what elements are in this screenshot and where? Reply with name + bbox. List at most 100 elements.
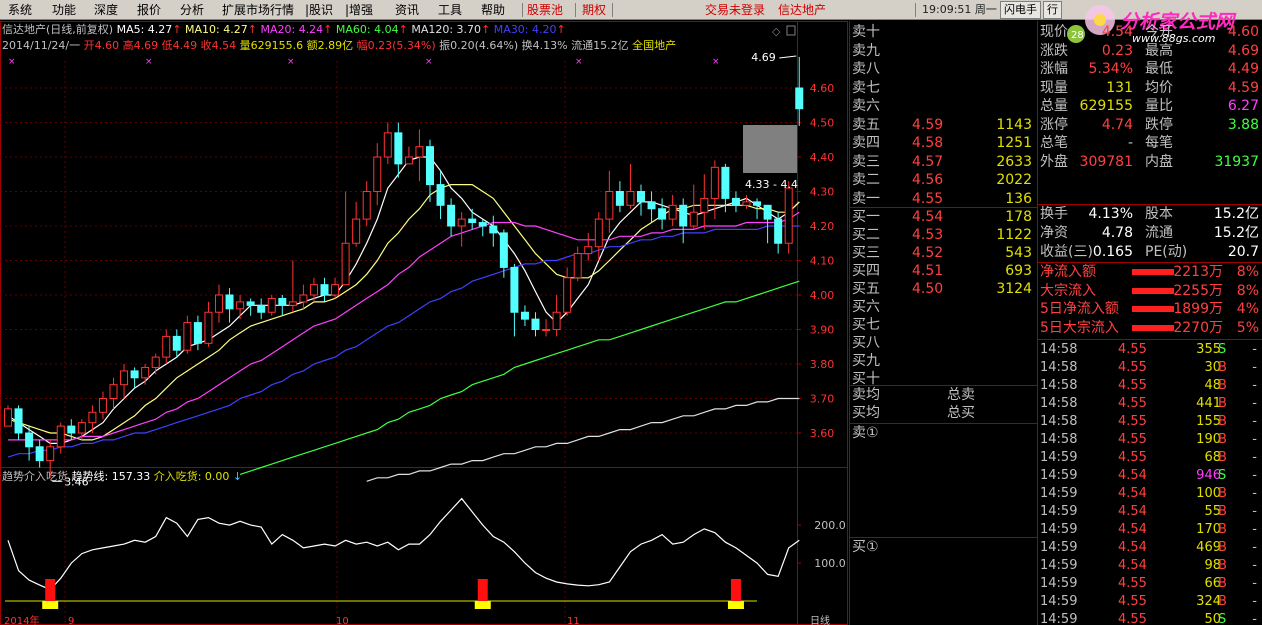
ask-row[interactable]: 卖一 4.55 136 <box>852 190 1036 208</box>
ask-row[interactable]: 卖八 <box>852 60 1036 78</box>
flash-trade-button[interactable]: 闪电手 <box>1000 1 1041 19</box>
bid-volume: 178 <box>1005 209 1032 225</box>
tick-dash: - <box>1252 486 1257 501</box>
bid-row[interactable]: 买七 <box>852 316 1036 334</box>
price-tick-label: 3.80 <box>810 358 835 371</box>
candle-body-down <box>35 446 44 462</box>
flow-percent: 8% <box>1236 264 1259 280</box>
menu-function[interactable]: 功能 <box>52 2 76 18</box>
fundamental-value: 15.2亿 <box>1213 206 1259 222</box>
candle-body-down <box>246 301 255 306</box>
bid-row[interactable]: 买一 4.54 178 <box>852 208 1036 226</box>
row-button[interactable]: 行 <box>1043 1 1062 19</box>
candle-body-down <box>531 318 540 330</box>
price-tick-label: 3.70 <box>810 393 835 406</box>
ask-label: 卖六 <box>852 98 880 114</box>
ask-row[interactable]: 卖二 4.56 2022 <box>852 171 1036 189</box>
quote-value: 131 <box>1106 79 1133 96</box>
ask-row[interactable]: 卖六 <box>852 97 1036 115</box>
tick-price: 4.54 <box>1118 486 1147 501</box>
ma-line-ma60 <box>239 280 800 475</box>
tick-flag: B <box>1218 594 1227 609</box>
quote-key: 量比 <box>1145 98 1173 114</box>
fundamental-key: 流通 <box>1145 225 1173 241</box>
quote-key: 跌停 <box>1145 116 1173 133</box>
ask-row[interactable]: 卖五 4.59 1143 <box>852 116 1036 134</box>
candle-body-up <box>584 246 593 255</box>
bid-row[interactable]: 买五 4.50 3124 <box>852 280 1036 298</box>
ask-row[interactable]: 卖四 4.58 1251 <box>852 134 1036 152</box>
menu-news[interactable]: 资讯 <box>395 2 419 18</box>
candle-body-up <box>352 218 361 244</box>
tick-price: 4.55 <box>1118 342 1147 357</box>
candle-body-up <box>552 311 561 330</box>
marker-x: × <box>145 57 153 67</box>
ask-row[interactable]: 卖七 <box>852 79 1036 97</box>
bid-volume: 693 <box>1005 263 1032 279</box>
capital-flow-row: 5日大宗流入 2270万 5% <box>1040 319 1261 337</box>
bid-label: 买六 <box>852 299 880 315</box>
buy-queue-row[interactable]: 买① <box>852 538 1036 556</box>
menu-tools[interactable]: 工具 <box>438 2 462 18</box>
bid-row[interactable]: 买四 4.51 693 <box>852 262 1036 280</box>
tick-row: 14:58 4.55 355 S - <box>1040 341 1261 359</box>
menu-system[interactable]: 系统 <box>8 2 32 18</box>
kline-chart-panel[interactable]: 信达地产(日线,前复权) MA5: 4.27↑ MA10: 4.27↑ MA20… <box>0 21 848 625</box>
menu-options[interactable]: 期权 <box>582 2 606 18</box>
tick-price: 4.55 <box>1118 450 1147 465</box>
ask-volume: 136 <box>1005 190 1032 207</box>
bid-row[interactable]: 买八 <box>852 334 1036 352</box>
bid-row[interactable]: 买六 <box>852 298 1036 316</box>
tick-row: 14:58 4.55 155 B - <box>1040 413 1261 431</box>
ask-row[interactable]: 卖三 4.57 2633 <box>852 153 1036 171</box>
candle-body-up <box>120 370 129 386</box>
menu-enhance[interactable]: |增强 <box>345 2 373 18</box>
ask-price: 4.57 <box>912 153 944 170</box>
tick-row: 14:59 4.55 68 B - <box>1040 449 1261 467</box>
quote-value: 6.27 <box>1227 98 1259 114</box>
tick-time: 14:59 <box>1040 468 1078 483</box>
fundamental-row: 换手 4.13% 股本 15.2亿 <box>1040 205 1261 223</box>
candle-body-down <box>647 201 656 210</box>
sell-queue-row[interactable]: 卖① <box>852 424 1036 442</box>
quote-value: 0.23 <box>1101 42 1133 59</box>
marker-x: × <box>575 57 583 67</box>
menu-stock-knowledge[interactable]: |股识 <box>305 2 333 18</box>
tick-dash: - <box>1252 378 1257 393</box>
ask-row[interactable]: 卖十 <box>852 23 1036 41</box>
tick-dash: - <box>1252 522 1257 537</box>
tick-dash: - <box>1252 360 1257 375</box>
cursor-readout: 4.33 - 4.4 <box>745 178 798 191</box>
login-status[interactable]: 交易未登录 <box>705 2 765 18</box>
candle-body-down <box>731 197 740 206</box>
quote-key: 内盘 <box>1145 153 1173 170</box>
menu-extended-market[interactable]: 扩展市场行情 <box>222 2 294 18</box>
period-label: 日线 <box>810 614 830 625</box>
bid-label: 买七 <box>852 317 880 333</box>
tick-flag: B <box>1218 414 1227 429</box>
x-axis-label: 2014年 <box>4 614 39 625</box>
menu-analysis[interactable]: 分析 <box>180 2 204 18</box>
candle-body-up <box>404 156 413 165</box>
menu-depth[interactable]: 深度 <box>94 2 118 18</box>
indicator-trend-line <box>7 497 800 591</box>
bid-row[interactable]: 买三 4.52 543 <box>852 244 1036 262</box>
candle-body-down <box>394 132 403 165</box>
tick-dash: - <box>1252 558 1257 573</box>
kline-svg[interactable]: 4.60 4.50 4.40 4.30 4.20 4.10 4.00 3.90 3.80 3.70… <box>0 21 848 625</box>
bid-row[interactable]: 买二 4.53 1122 <box>852 226 1036 244</box>
quote-value: 5.34% <box>1088 61 1133 77</box>
quote-key: 涨幅 <box>1040 61 1068 77</box>
candle-body-up <box>236 301 245 310</box>
quote-key: 均价 <box>1145 79 1173 96</box>
tick-row: 14:59 4.54 469 B - <box>1040 539 1261 557</box>
menu-help[interactable]: 帮助 <box>481 2 505 18</box>
menu-quote[interactable]: 报价 <box>137 2 161 18</box>
flow-bar <box>1132 269 1174 275</box>
marker-x: × <box>8 57 16 67</box>
ask-row[interactable]: 卖九 <box>852 42 1036 60</box>
menu-stock-pool[interactable]: 股票池 <box>527 2 563 18</box>
bid-row[interactable]: 买九 <box>852 352 1036 370</box>
avg-sell-label: 卖均 <box>852 387 880 403</box>
quote-value: 4.49 <box>1227 61 1259 77</box>
